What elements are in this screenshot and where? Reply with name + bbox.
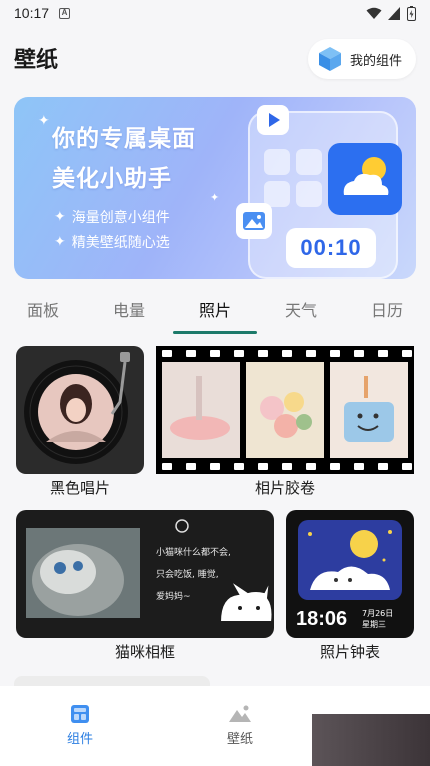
- tab-weather[interactable]: 天气: [258, 292, 344, 334]
- status-icons: [366, 5, 416, 21]
- tab-battery[interactable]: 电量: [86, 292, 172, 334]
- widget-card-film[interactable]: 相片胶卷: [156, 346, 414, 497]
- film-thumbnail: [156, 346, 414, 474]
- signal-icon: [388, 6, 400, 20]
- widget-card-photo-clock[interactable]: 18:06 7月26日 星期三 照片钟表: [286, 510, 414, 661]
- cat-frame-text: 小猫咪什么都不会, 只会吃饭, 睡觉, 爱妈妈~: [156, 548, 231, 602]
- widget-label: 相片胶卷: [254, 479, 315, 497]
- my-widgets-label: 我的组件: [349, 53, 402, 69]
- page-title: 壁纸: [14, 48, 59, 73]
- banner-bullet: ✦ 精美壁纸随心选: [54, 234, 170, 251]
- notification-icon: A: [59, 7, 71, 19]
- nav-widgets[interactable]: 组件: [0, 686, 160, 766]
- cube-icon: [318, 47, 341, 71]
- tab-panel[interactable]: 面板: [0, 292, 86, 334]
- sparkle-icon: ✦: [54, 234, 66, 250]
- photo-clock-date: 7月26日 星期三: [362, 609, 394, 629]
- photo-clock-time: 18:06: [296, 608, 348, 630]
- photo-clock-thumbnail: 18:06 7月26日 星期三: [286, 510, 414, 638]
- tab-photo[interactable]: 照片: [172, 292, 258, 334]
- widget-label: 照片钟表: [319, 643, 380, 661]
- vinyl-thumbnail: [16, 346, 144, 474]
- sparkle-icon: ✦: [38, 113, 50, 129]
- banner-title-line2: 美化小助手: [52, 166, 172, 192]
- corner-overlay: [312, 714, 430, 766]
- app-grid-illustration: [264, 149, 322, 207]
- sparkle-icon: ✦: [210, 191, 220, 204]
- wallpaper-icon: [229, 705, 251, 722]
- banner-bullet: ✦ 海量创意小组件: [54, 209, 170, 226]
- battery-icon: [407, 5, 416, 21]
- widget-card-vinyl[interactable]: 黑色唱片: [16, 346, 144, 497]
- photo-icon: [236, 203, 272, 239]
- my-widgets-button[interactable]: 我的组件: [307, 39, 416, 79]
- sparkle-icon: ✦: [54, 209, 66, 225]
- nav-wallpaper-label: 壁纸: [226, 732, 253, 747]
- widget-label: 猫咪相框: [114, 643, 175, 661]
- status-bar: 10:17 A: [0, 0, 430, 26]
- banner-title-line1: 你的专属桌面: [52, 126, 196, 152]
- category-tabs: 面板 电量 照片 天气 日历: [0, 292, 430, 334]
- widget-icon: [71, 705, 89, 723]
- tab-calendar[interactable]: 日历: [344, 292, 430, 334]
- nav-wallpaper[interactable]: 壁纸: [160, 686, 320, 766]
- clock-widget-illustration: 00:10: [286, 228, 376, 268]
- wifi-icon: [366, 7, 382, 19]
- status-time: 10:17: [14, 5, 50, 21]
- play-icon: [257, 105, 289, 135]
- widget-label: 黑色唱片: [49, 479, 110, 497]
- promo-banner[interactable]: ✦ ✦ 你的专属桌面 美化小助手 ✦ 海量创意小组件 ✦ 精美壁纸随心选 00:10: [14, 97, 416, 279]
- nav-widgets-label: 组件: [66, 732, 93, 747]
- weather-widget-illustration: [328, 143, 402, 215]
- widget-card-cat-frame[interactable]: 小猫咪什么都不会, 只会吃饭, 睡觉, 爱妈妈~ 猫咪相框: [16, 510, 274, 661]
- cat-frame-thumbnail: 小猫咪什么都不会, 只会吃饭, 睡觉, 爱妈妈~: [16, 510, 274, 638]
